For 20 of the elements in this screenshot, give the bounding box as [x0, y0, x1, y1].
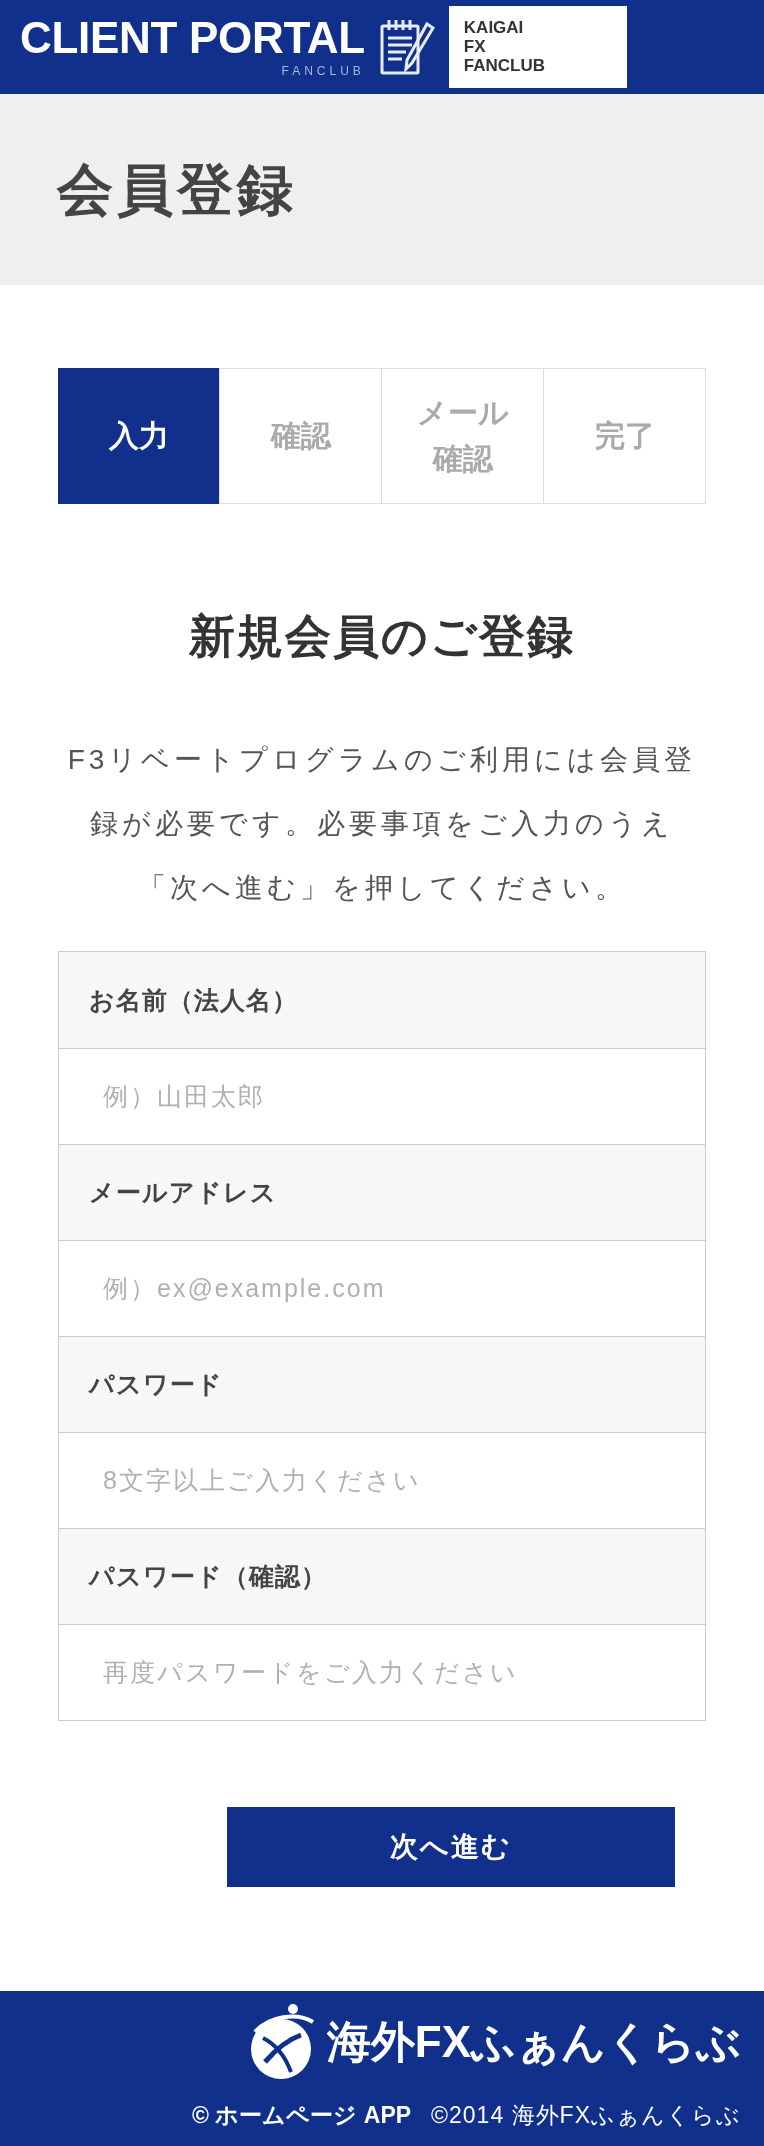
step-indicator: 入力 — [58, 368, 220, 504]
globe-swoosh-icon — [248, 2002, 317, 2082]
site-subtitle: FANCLUB — [281, 64, 365, 78]
site-title: CLIENT PORTAL — [20, 16, 365, 60]
next-button[interactable]: 次へ進む — [227, 1807, 675, 1887]
field-label: パスワード（確認） — [59, 1528, 705, 1624]
logo-box: KAIGAI FX FANCLUB — [448, 6, 627, 88]
copyright-text: ©2014 海外FXふぁんくらぶ — [431, 2101, 741, 2130]
step-indicator: 確認 — [219, 368, 382, 504]
builder-badge-link[interactable]: © ホームページ APP — [192, 2100, 412, 2131]
step-indicator: 完了 — [543, 368, 706, 504]
field-label: お名前（法人名） — [59, 952, 705, 1048]
intro-text: F3リベートプログラムのご利用には会員登録が必要です。必要事項をご入力のうえ「次へ進む」を押してください。 — [66, 743, 698, 905]
notepad-pencil-icon — [378, 18, 435, 76]
field-label: パスワード — [59, 1336, 705, 1432]
footer-logo-text: 海外FXふぁんくらぶ — [326, 2016, 741, 2068]
section-heading: 新規会員のご登録 — [189, 609, 575, 664]
step-indicator: メール確認 — [381, 368, 544, 504]
field-label: メールアドレス — [59, 1144, 705, 1240]
page-title: 会員登録 — [57, 156, 297, 223]
